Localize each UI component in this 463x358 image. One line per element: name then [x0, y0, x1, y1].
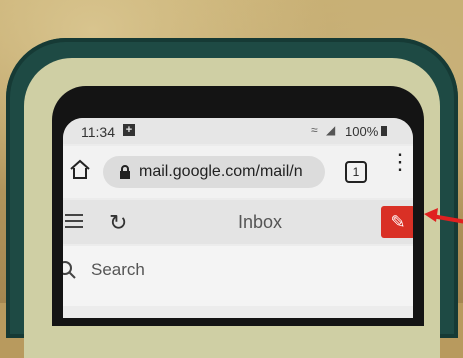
inbox-title: Inbox [238, 212, 283, 232]
search-input[interactable]: Search [91, 260, 145, 280]
red-arrow-annotation [424, 208, 463, 224]
wifi-icon: ≈ [311, 123, 318, 137]
battery-percent: 100% [345, 124, 379, 139]
status-time: 11:34 [81, 124, 115, 140]
battery-icon [381, 126, 387, 136]
signal-icon: ◢ [326, 123, 336, 137]
phone-screen: 11:34 + ≈ ◢ 100% mail.google.com/mail/n … [63, 118, 413, 318]
status-bar: 11:34 + ≈ ◢ 100% [63, 118, 413, 144]
notification-icon: + [123, 124, 135, 136]
search-icon [63, 261, 76, 279]
url-text: mail.google.com/mail/n [139, 163, 303, 180]
search-row[interactable]: Search [63, 246, 413, 306]
refresh-icon[interactable]: ↻ [109, 210, 127, 236]
lock-icon [120, 165, 130, 179]
menu-icon[interactable]: ⋮ [389, 151, 411, 182]
home-icon[interactable] [68, 158, 92, 182]
url-bar[interactable]: mail.google.com/mail/n [103, 156, 325, 188]
browser-toolbar: mail.google.com/mail/n 1 ⋮ [63, 146, 413, 198]
compose-button[interactable]: ✎ [381, 206, 413, 238]
gmail-header: ↻ Inbox ✎ [63, 200, 413, 244]
compose-pencil-icon: ✎ [390, 212, 406, 232]
hamburger-icon[interactable] [65, 214, 83, 228]
tab-counter[interactable]: 1 [345, 161, 367, 183]
